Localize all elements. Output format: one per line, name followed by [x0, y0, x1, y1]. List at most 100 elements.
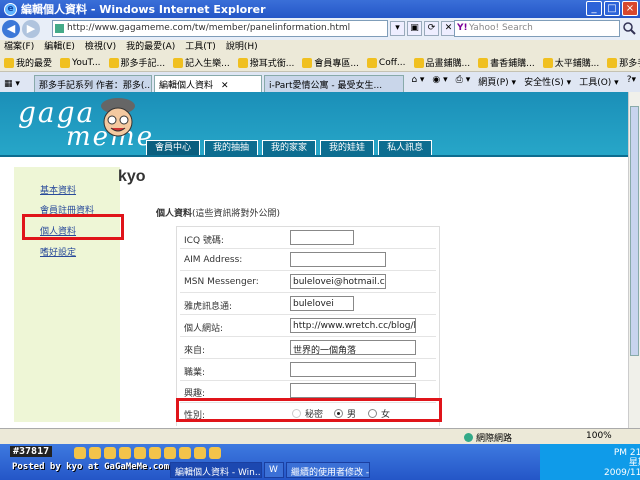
icq-field[interactable]	[290, 230, 354, 245]
favorite-link[interactable]: 會員專區...	[302, 56, 359, 69]
url-text: http://www.gagameme.com/tw/member/paneli…	[67, 23, 351, 33]
favorites-bar: 我的最愛 YouT... 那多手記... 記入生樂... 撥耳式銜... 會員專…	[0, 54, 640, 72]
job-field[interactable]	[290, 362, 416, 377]
tab-label: 那多手記系列 作者：那多(...	[39, 81, 152, 91]
msn-field[interactable]: bulelovei@hotmail.com	[290, 274, 386, 289]
system-tray: PM 21:13 星期三 2009/11/11	[540, 444, 640, 480]
url-field[interactable]: http://www.gagameme.com/tw/member/paneli…	[52, 20, 388, 37]
search-input[interactable]: Y! Yahoo! Search	[454, 20, 620, 37]
favorite-link[interactable]: 品畫鋪購...	[413, 56, 470, 69]
tab-ipart[interactable]: i-Part愛情公寓 - 最受女生...	[264, 75, 404, 92]
quick-launch-icon[interactable]	[134, 447, 146, 459]
nav-my-dolls[interactable]: 我的娃娃	[320, 140, 375, 156]
page-icon	[607, 57, 618, 68]
favorites-button[interactable]: 我的最愛	[4, 56, 52, 69]
yahoo-field[interactable]: bulelovei	[290, 296, 354, 311]
zoom-level[interactable]: 100%	[586, 431, 612, 441]
nav-my-home[interactable]: 我的家家	[262, 140, 317, 156]
feeds-icon[interactable]: ◉ ▾	[432, 75, 447, 88]
quick-tabs-icon[interactable]: ▦ ▾	[4, 76, 34, 92]
print-icon[interactable]: ⎙ ▾	[456, 75, 471, 88]
quick-launch-icon[interactable]	[179, 447, 191, 459]
quick-launch-icon[interactable]	[149, 447, 161, 459]
watermark-id: #37817	[10, 446, 53, 457]
favorite-link[interactable]: 撥耳式銜...	[237, 56, 294, 69]
aim-label: AIM Address:	[184, 255, 243, 265]
page-icon	[478, 57, 489, 68]
nav-member-center[interactable]: 會員中心	[146, 140, 201, 156]
menu-edit[interactable]: 編輯(E)	[44, 40, 75, 54]
posted-by-watermark: Posted by kyo at GaGaMeMe.com	[12, 462, 170, 472]
clock-date: 2009/11/11	[604, 468, 640, 478]
quick-launch-icon[interactable]	[104, 447, 116, 459]
clock-time: PM 21:13	[613, 448, 640, 458]
page-menu[interactable]: 網頁(P) ▾	[478, 75, 516, 88]
tab-bar: ▦ ▾ 那多手記系列 作者：那多(... 編輯個人資料 ✕ i-Part愛情公寓 …	[0, 72, 640, 92]
tab-edit-profile[interactable]: 編輯個人資料 ✕	[154, 75, 262, 92]
favorite-link[interactable]: Coff...	[366, 57, 406, 68]
favorite-link[interactable]: YouT...	[60, 57, 101, 68]
tools-menu[interactable]: 工具(O) ▾	[579, 75, 619, 88]
quick-launch-icon[interactable]	[74, 447, 86, 459]
taskbar-item-word[interactable]: W	[264, 462, 284, 478]
page-icon	[542, 57, 553, 68]
nav-private-messages[interactable]: 私人訊息	[378, 140, 433, 156]
page-icon	[173, 57, 184, 68]
zone-label: 網際網路	[476, 434, 513, 444]
favorite-link[interactable]: 記入生樂...	[173, 56, 230, 69]
taskbar-item-ie[interactable]: 編輯個人資料 - Win...	[170, 462, 262, 478]
tab-nado[interactable]: 那多手記系列 作者：那多(...	[34, 75, 152, 92]
back-button[interactable]: ◀	[2, 20, 20, 38]
maximize-button[interactable]: □	[604, 1, 620, 16]
quick-launch	[74, 447, 221, 459]
menu-file[interactable]: 檔案(F)	[4, 40, 34, 54]
sidebar-item-basic[interactable]: 基本資料	[40, 183, 76, 196]
dropdown-icon[interactable]: ▾	[390, 21, 405, 36]
page-icon	[366, 57, 377, 68]
hobby-field[interactable]	[290, 383, 416, 398]
favorite-label: 書香鋪購...	[490, 59, 535, 69]
highlight-box-profile	[22, 214, 124, 240]
website-field[interactable]: http://www.wretch.cc/blog/bulelove	[290, 318, 416, 333]
from-field[interactable]: 世界的一個角落	[290, 340, 416, 355]
safety-menu[interactable]: 安全性(S) ▾	[524, 75, 571, 88]
quick-launch-icon[interactable]	[89, 447, 101, 459]
favorite-link[interactable]: 太平鋪購...	[542, 56, 599, 69]
favorite-link[interactable]: 那多手記...	[607, 56, 640, 69]
search-placeholder: Yahoo! Search	[469, 23, 533, 33]
close-button[interactable]: ×	[622, 1, 638, 16]
window-title: 編輯個人資料 - Windows Internet Explorer	[21, 3, 266, 16]
favorite-label: 那多手記...	[120, 59, 166, 69]
favorite-link[interactable]: 書香鋪購...	[478, 56, 535, 69]
close-tab-icon[interactable]: ✕	[221, 81, 229, 91]
clock[interactable]: PM 21:13 星期三 2009/11/11	[604, 448, 640, 478]
vertical-scrollbar[interactable]	[628, 92, 640, 428]
help-icon[interactable]: ?▾	[627, 75, 636, 88]
compat-icon[interactable]: ▣	[407, 21, 422, 36]
quick-launch-icon[interactable]	[164, 447, 176, 459]
aim-field[interactable]	[290, 252, 386, 267]
quick-launch-icon[interactable]	[119, 447, 131, 459]
internet-zone: 網際網路	[464, 431, 512, 444]
search-icon[interactable]	[622, 21, 638, 36]
menu-favorites[interactable]: 我的最愛(A)	[126, 40, 175, 54]
minimize-button[interactable]: _	[586, 1, 602, 16]
quick-launch-icon[interactable]	[209, 447, 221, 459]
refresh-icon[interactable]: ⟳	[424, 21, 439, 36]
scrollbar-thumb[interactable]	[630, 106, 639, 356]
page-icon	[413, 57, 424, 68]
taskbar-item-doc[interactable]: 繼續的使用者修改 -...	[286, 462, 370, 478]
home-icon[interactable]: ⌂ ▾	[411, 75, 424, 88]
page-icon	[60, 57, 71, 68]
quick-launch-icon[interactable]	[194, 447, 206, 459]
nav-my-draws[interactable]: 我的抽抽	[204, 140, 259, 156]
favorite-label: 記入生樂...	[185, 59, 230, 69]
forward-button[interactable]: ▶	[22, 20, 40, 38]
menu-tools[interactable]: 工具(T)	[185, 40, 216, 54]
favorite-link[interactable]: 那多手記...	[108, 56, 166, 69]
sidebar-item-hobbies[interactable]: 嗜好設定	[40, 245, 76, 258]
menu-view[interactable]: 檢視(V)	[85, 40, 116, 54]
mascot-icon	[101, 98, 135, 137]
menu-help[interactable]: 說明(H)	[226, 40, 258, 54]
website-label: 個人網站:	[184, 324, 224, 334]
